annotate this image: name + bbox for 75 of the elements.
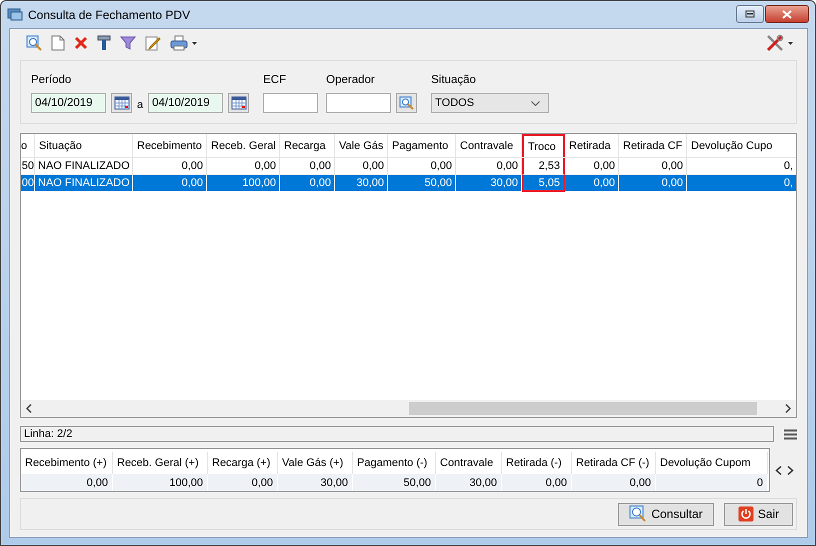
table-cell: 100,00 [207,175,280,192]
row-counter: Linha: 2/2 [20,426,774,442]
document-icon[interactable] [51,35,65,51]
total-value: 0,00 [21,474,113,491]
status-label: Situação [431,74,477,86]
period-label: Período [31,74,72,86]
column-header[interactable]: o [21,134,35,157]
search-button[interactable] [396,93,418,113]
search-icon [629,505,648,523]
edit-icon[interactable] [145,35,161,51]
column-header[interactable]: Retirada CF [619,134,687,157]
chevron-down-icon [531,100,540,106]
caret-icon[interactable] [788,42,793,44]
window-title: Consulta de Fechamento PDV [28,8,190,22]
column-header[interactable]: Devolução Cupo [687,134,796,157]
column-header[interactable]: Contravale [456,134,522,157]
table-cell: 0,00 [280,175,335,192]
table-cell: 0,00 [133,175,207,192]
table-cell: NAO FINALIZADO [35,175,133,192]
operator-field[interactable] [326,93,392,113]
column-header[interactable]: Troco [522,134,565,157]
table-cell: 0,00 [565,175,619,192]
total-value: 30,00 [278,474,353,491]
menu-icon[interactable] [784,428,797,440]
table-cell: 30,00 [456,175,522,192]
column-header[interactable]: Recarga [280,134,335,157]
exit-button[interactable]: Sair [724,502,793,526]
close-button[interactable] [765,5,809,23]
table-cell: 00 [21,175,35,192]
table-row[interactable]: 00 NAO FINALIZADO 0,00 100,00 0,00 30,00 50,00 30,00 5,05 0,00 0,00 0, [21,175,796,192]
column-header[interactable]: Vale Gás [335,134,388,157]
table-cell: 50,00 [388,175,456,192]
calendar-button[interactable] [228,93,250,113]
scroll-left-icon[interactable] [26,404,32,413]
scroll-thumb[interactable] [409,402,757,415]
close-icon [782,10,792,18]
search-icon[interactable] [26,35,42,51]
status-dropdown[interactable]: TODOS [431,93,550,113]
delete-icon[interactable] [74,36,88,50]
calendar-button[interactable] [111,93,132,113]
total-value: 0,00 [572,474,656,491]
operator-label: Operador [326,74,376,86]
column-header[interactable]: Recebimento [133,134,207,157]
table-cell: 0,00 [619,175,687,192]
power-icon [738,506,754,522]
restore-button[interactable] [736,5,764,23]
caret-icon[interactable] [192,42,197,44]
ecf-label: ECF [263,74,288,86]
date-field[interactable]: 04/10/2019 [31,93,106,113]
column-header[interactable]: Pagamento [388,134,456,157]
column-header[interactable]: Receb. Geral [207,134,280,157]
table-cell: 5,05 [522,175,565,192]
restore-icon [745,10,755,18]
scroll-right-icon[interactable] [785,404,791,413]
monitor-icon [7,8,23,22]
filter-icon[interactable] [120,36,136,50]
query-button[interactable]: Consultar [618,502,714,526]
date-field[interactable]: 04/10/2019 [148,93,224,113]
tools-icon[interactable] [766,34,784,52]
column-header[interactable]: Situação [35,134,133,157]
total-value: 0 [656,474,768,491]
column-header[interactable]: Retirada [565,134,619,157]
table-cell: 0, [687,175,796,192]
horizontal-scrollbar[interactable] [21,400,796,417]
previous-icon[interactable] [775,466,782,474]
table-cell: 30,00 [335,175,388,192]
ecf-field[interactable] [263,93,318,113]
range-separator: a [137,98,144,111]
printer-icon[interactable] [170,35,188,51]
total-value: 50,00 [353,474,436,491]
total-value: 30,00 [436,474,502,491]
total-value: 0,00 [502,474,572,491]
total-value: 0,00 [208,474,278,491]
total-value: 100,00 [113,474,208,491]
next-icon[interactable] [787,466,794,474]
